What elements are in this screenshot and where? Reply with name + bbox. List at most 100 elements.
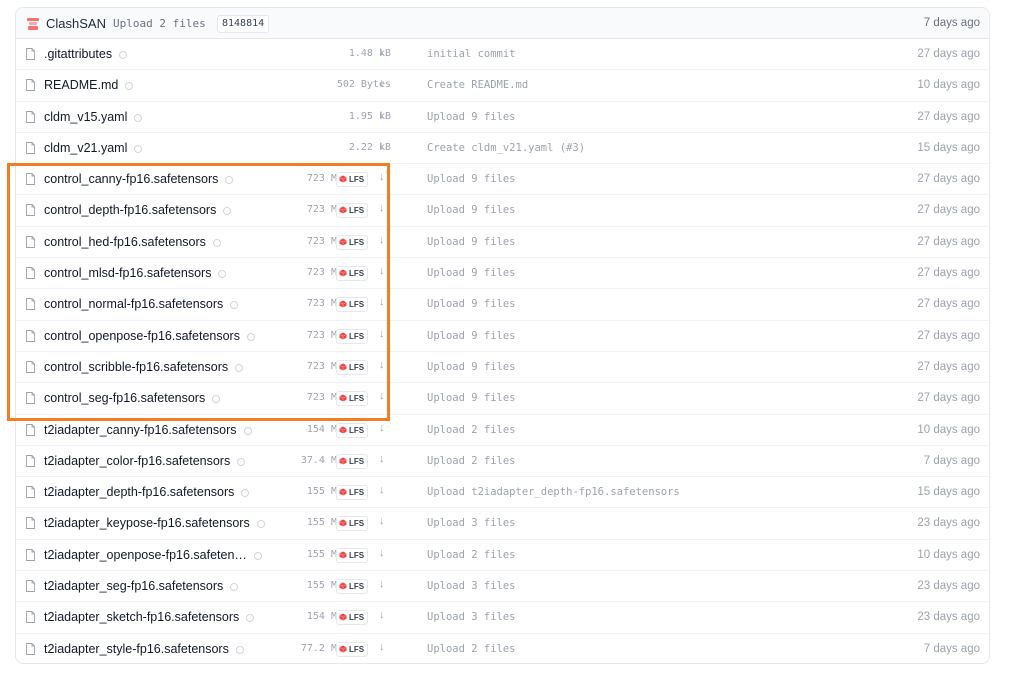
file-name-text[interactable]: t2iadapter_style-fp16.safetensors bbox=[44, 642, 229, 656]
info-icon[interactable] bbox=[235, 645, 244, 654]
download-icon[interactable]: ↓ bbox=[379, 46, 385, 58]
info-icon[interactable] bbox=[243, 426, 252, 435]
download-icon[interactable]: ↓ bbox=[379, 515, 385, 527]
file-name-link[interactable]: control_openpose-fp16.safetensors bbox=[44, 329, 255, 343]
commit-message-link[interactable]: Upload 9 files bbox=[427, 111, 516, 123]
commit-message-link[interactable]: Upload 3 files bbox=[427, 580, 516, 592]
download-icon[interactable]: ↓ bbox=[379, 453, 385, 465]
file-name-text[interactable]: t2iadapter_canny-fp16.safetensors bbox=[44, 423, 237, 437]
file-name-link[interactable]: control_normal-fp16.safetensors bbox=[44, 297, 239, 311]
file-name-text[interactable]: t2iadapter_keypose-fp16.safetensors bbox=[44, 516, 250, 530]
file-name-text[interactable]: README.md bbox=[44, 78, 118, 92]
info-icon[interactable] bbox=[134, 113, 143, 122]
commit-author-link[interactable]: ClashSAN bbox=[46, 16, 106, 31]
file-name-link[interactable]: control_seg-fp16.safetensors bbox=[44, 391, 221, 405]
download-icon[interactable]: ↓ bbox=[379, 359, 385, 371]
file-name-text[interactable]: control_canny-fp16.safetensors bbox=[44, 172, 218, 186]
download-icon[interactable]: ↓ bbox=[379, 547, 385, 559]
info-icon[interactable] bbox=[125, 82, 134, 91]
info-icon[interactable] bbox=[230, 583, 239, 592]
commit-message-link[interactable]: Upload 9 files bbox=[427, 298, 516, 310]
info-icon[interactable] bbox=[253, 551, 262, 560]
download-icon[interactable]: ↓ bbox=[379, 641, 385, 653]
file-name-text[interactable]: control_normal-fp16.safetensors bbox=[44, 297, 223, 311]
file-name-text[interactable]: cldm_v15.yaml bbox=[44, 110, 127, 124]
info-icon[interactable] bbox=[235, 363, 244, 372]
commit-message-link[interactable]: Upload 9 files bbox=[427, 361, 516, 373]
download-icon[interactable]: ↓ bbox=[379, 609, 385, 621]
download-icon[interactable]: ↓ bbox=[379, 578, 385, 590]
commit-message-link[interactable]: Upload 3 files bbox=[427, 517, 516, 529]
commit-message-link[interactable]: Upload t2iadapter_depth-fp16.safetensors bbox=[427, 486, 680, 498]
download-icon[interactable]: ↓ bbox=[379, 202, 385, 214]
file-name-link[interactable]: README.md bbox=[44, 78, 134, 92]
file-name-link[interactable]: t2iadapter_canny-fp16.safetensors bbox=[44, 423, 252, 437]
file-name-text[interactable]: control_seg-fp16.safetensors bbox=[44, 391, 205, 405]
info-icon[interactable] bbox=[223, 207, 232, 216]
file-name-link[interactable]: cldm_v15.yaml bbox=[44, 110, 143, 124]
commit-message-link[interactable]: Upload 3 files bbox=[427, 611, 516, 623]
download-icon[interactable]: ↓ bbox=[379, 140, 385, 152]
info-icon[interactable] bbox=[246, 332, 255, 341]
download-icon[interactable]: ↓ bbox=[379, 265, 385, 277]
info-icon[interactable] bbox=[134, 144, 143, 153]
file-name-text[interactable]: t2iadapter_openpose-fp16.safeten… bbox=[44, 548, 247, 562]
info-icon[interactable] bbox=[225, 176, 234, 185]
file-name-text[interactable]: t2iadapter_seg-fp16.safetensors bbox=[44, 579, 223, 593]
download-icon[interactable]: ↓ bbox=[379, 171, 385, 183]
info-icon[interactable] bbox=[119, 51, 128, 59]
download-icon[interactable]: ↓ bbox=[379, 422, 385, 434]
commit-message-link[interactable]: Upload 9 files bbox=[427, 204, 516, 216]
commit-message-link[interactable]: Upload 9 files bbox=[427, 236, 516, 248]
commit-message-link[interactable]: Upload 9 files bbox=[427, 173, 516, 185]
download-icon[interactable]: ↓ bbox=[379, 109, 385, 121]
commit-message[interactable]: Upload 2 files bbox=[113, 17, 206, 30]
commit-message-link[interactable]: Create cldm_v21.yaml (#3) bbox=[427, 142, 585, 154]
file-name-link[interactable]: .gitattributes bbox=[44, 47, 128, 61]
commit-message-link[interactable]: initial commit bbox=[427, 48, 516, 60]
download-icon[interactable]: ↓ bbox=[379, 77, 385, 89]
commit-message-link[interactable]: Upload 9 files bbox=[427, 267, 516, 279]
file-name-link[interactable]: cldm_v21.yaml bbox=[44, 141, 143, 155]
file-name-link[interactable]: control_depth-fp16.safetensors bbox=[44, 203, 232, 217]
file-name-link[interactable]: t2iadapter_style-fp16.safetensors bbox=[44, 642, 244, 656]
file-name-link[interactable]: t2iadapter_color-fp16.safetensors bbox=[44, 454, 246, 468]
file-name-link[interactable]: control_hed-fp16.safetensors bbox=[44, 235, 221, 249]
info-icon[interactable] bbox=[241, 489, 250, 498]
file-name-text[interactable]: t2iadapter_depth-fp16.safetensors bbox=[44, 485, 234, 499]
commit-message-link[interactable]: Upload 2 files bbox=[427, 455, 516, 467]
file-name-text[interactable]: control_scribble-fp16.safetensors bbox=[44, 360, 228, 374]
file-name-text[interactable]: control_openpose-fp16.safetensors bbox=[44, 329, 240, 343]
download-icon[interactable]: ↓ bbox=[379, 484, 385, 496]
file-name-text[interactable]: t2iadapter_color-fp16.safetensors bbox=[44, 454, 230, 468]
file-name-link[interactable]: t2iadapter_keypose-fp16.safetensors bbox=[44, 516, 265, 530]
download-icon[interactable]: ↓ bbox=[379, 328, 385, 340]
file-name-text[interactable]: t2iadapter_sketch-fp16.safetensors bbox=[44, 610, 239, 624]
commit-message-link[interactable]: Upload 9 files bbox=[427, 330, 516, 342]
commit-hash-badge[interactable]: 8148814 bbox=[217, 15, 270, 33]
commit-message-link[interactable]: Create README.md bbox=[427, 79, 528, 91]
download-icon[interactable]: ↓ bbox=[379, 390, 385, 402]
info-icon[interactable] bbox=[237, 457, 246, 466]
commit-message-link[interactable]: Upload 2 files bbox=[427, 549, 516, 561]
file-name-text[interactable]: control_mlsd-fp16.safetensors bbox=[44, 266, 211, 280]
file-name-text[interactable]: control_hed-fp16.safetensors bbox=[44, 235, 206, 249]
file-name-link[interactable]: t2iadapter_depth-fp16.safetensors bbox=[44, 485, 250, 499]
download-icon[interactable]: ↓ bbox=[379, 234, 385, 246]
file-name-link[interactable]: t2iadapter_openpose-fp16.safeten… bbox=[44, 548, 262, 562]
info-icon[interactable] bbox=[230, 301, 239, 310]
download-icon[interactable]: ↓ bbox=[379, 296, 385, 308]
info-icon[interactable] bbox=[212, 395, 221, 404]
commit-message-link[interactable]: Upload 2 files bbox=[427, 643, 516, 655]
info-icon[interactable] bbox=[218, 270, 227, 279]
info-icon[interactable] bbox=[246, 614, 255, 623]
file-name-text[interactable]: cldm_v21.yaml bbox=[44, 141, 127, 155]
info-icon[interactable] bbox=[256, 520, 265, 529]
file-name-link[interactable]: t2iadapter_sketch-fp16.safetensors bbox=[44, 610, 255, 624]
info-icon[interactable] bbox=[212, 238, 221, 247]
file-name-link[interactable]: control_canny-fp16.safetensors bbox=[44, 172, 234, 186]
user-avatar-icon[interactable] bbox=[27, 18, 39, 30]
file-name-text[interactable]: .gitattributes bbox=[44, 47, 112, 61]
file-name-link[interactable]: t2iadapter_seg-fp16.safetensors bbox=[44, 579, 239, 593]
file-name-text[interactable]: control_depth-fp16.safetensors bbox=[44, 203, 216, 217]
